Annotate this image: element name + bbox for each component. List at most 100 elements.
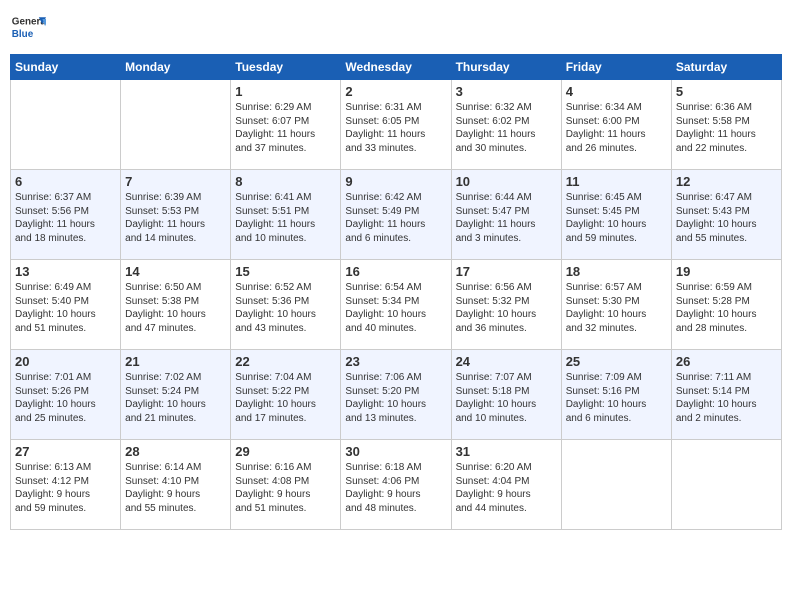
weekday-header: Monday — [121, 55, 231, 80]
day-number: 27 — [15, 444, 116, 459]
day-detail: Sunrise: 7:06 AM Sunset: 5:20 PM Dayligh… — [345, 371, 446, 425]
calendar-week-row: 6 Sunrise: 6:37 AM Sunset: 5:56 PM Daylig… — [11, 170, 782, 260]
day-detail: Sunrise: 6:34 AM Sunset: 6:00 PM Dayligh… — [566, 101, 667, 155]
calendar-cell — [561, 440, 671, 530]
day-number: 2 — [345, 84, 446, 99]
day-detail: Sunrise: 6:50 AM Sunset: 5:38 PM Dayligh… — [125, 281, 226, 335]
day-number: 17 — [456, 264, 557, 279]
day-detail: Sunrise: 6:49 AM Sunset: 5:40 PM Dayligh… — [15, 281, 116, 335]
calendar-cell: 16 Sunrise: 6:54 AM Sunset: 5:34 PM Dayli… — [341, 260, 451, 350]
calendar-cell: 23 Sunrise: 7:06 AM Sunset: 5:20 PM Dayli… — [341, 350, 451, 440]
day-number: 25 — [566, 354, 667, 369]
calendar-cell: 21 Sunrise: 7:02 AM Sunset: 5:24 PM Dayli… — [121, 350, 231, 440]
weekday-header: Thursday — [451, 55, 561, 80]
calendar-week-row: 13Sunrise: 6:49 AM Sunset: 5:40 PM Dayli… — [11, 260, 782, 350]
day-detail: Sunrise: 6:52 AM Sunset: 5:36 PM Dayligh… — [235, 281, 336, 335]
day-number: 5 — [676, 84, 777, 99]
day-detail: Sunrise: 6:44 AM Sunset: 5:47 PM Dayligh… — [456, 191, 557, 245]
day-detail: Sunrise: 6:56 AM Sunset: 5:32 PM Dayligh… — [456, 281, 557, 335]
calendar-cell — [11, 80, 121, 170]
logo-icon: General Blue — [10, 10, 46, 46]
day-number: 30 — [345, 444, 446, 459]
day-detail: Sunrise: 7:07 AM Sunset: 5:18 PM Dayligh… — [456, 371, 557, 425]
day-number: 3 — [456, 84, 557, 99]
day-detail: Sunrise: 6:13 AM Sunset: 4:12 PM Dayligh… — [15, 461, 116, 515]
day-number: 12 — [676, 174, 777, 189]
day-number: 6 — [15, 174, 116, 189]
day-detail: Sunrise: 6:29 AM Sunset: 6:07 PM Dayligh… — [235, 101, 336, 155]
day-detail: Sunrise: 7:02 AM Sunset: 5:24 PM Dayligh… — [125, 371, 226, 425]
day-detail: Sunrise: 6:45 AM Sunset: 5:45 PM Dayligh… — [566, 191, 667, 245]
logo: General Blue — [10, 10, 46, 46]
svg-text:Blue: Blue — [12, 29, 34, 40]
day-detail: Sunrise: 6:57 AM Sunset: 5:30 PM Dayligh… — [566, 281, 667, 335]
day-detail: Sunrise: 6:59 AM Sunset: 5:28 PM Dayligh… — [676, 281, 777, 335]
day-detail: Sunrise: 6:47 AM Sunset: 5:43 PM Dayligh… — [676, 191, 777, 245]
day-detail: Sunrise: 6:36 AM Sunset: 5:58 PM Dayligh… — [676, 101, 777, 155]
day-number: 18 — [566, 264, 667, 279]
day-detail: Sunrise: 6:18 AM Sunset: 4:06 PM Dayligh… — [345, 461, 446, 515]
calendar-cell: 5 Sunrise: 6:36 AM Sunset: 5:58 PM Daylig… — [671, 80, 781, 170]
day-detail: Sunrise: 6:39 AM Sunset: 5:53 PM Dayligh… — [125, 191, 226, 245]
day-number: 28 — [125, 444, 226, 459]
day-number: 8 — [235, 174, 336, 189]
day-detail: Sunrise: 6:20 AM Sunset: 4:04 PM Dayligh… — [456, 461, 557, 515]
calendar-cell: 26 Sunrise: 7:11 AM Sunset: 5:14 PM Dayli… — [671, 350, 781, 440]
calendar-cell: 18 Sunrise: 6:57 AM Sunset: 5:30 PM Dayli… — [561, 260, 671, 350]
day-number: 16 — [345, 264, 446, 279]
day-number: 29 — [235, 444, 336, 459]
calendar-cell: 29 Sunrise: 6:16 AM Sunset: 4:08 PM Dayli… — [231, 440, 341, 530]
day-detail: Sunrise: 7:11 AM Sunset: 5:14 PM Dayligh… — [676, 371, 777, 425]
day-number: 20 — [15, 354, 116, 369]
day-detail: Sunrise: 6:42 AM Sunset: 5:49 PM Dayligh… — [345, 191, 446, 245]
day-number: 1 — [235, 84, 336, 99]
day-detail: Sunrise: 7:01 AM Sunset: 5:26 PM Dayligh… — [15, 371, 116, 425]
calendar-cell: 14Sunrise: 6:50 AM Sunset: 5:38 PM Dayli… — [121, 260, 231, 350]
day-number: 7 — [125, 174, 226, 189]
day-detail: Sunrise: 7:09 AM Sunset: 5:16 PM Dayligh… — [566, 371, 667, 425]
calendar-cell: 3 Sunrise: 6:32 AM Sunset: 6:02 PM Daylig… — [451, 80, 561, 170]
day-number: 9 — [345, 174, 446, 189]
calendar-cell: 19 Sunrise: 6:59 AM Sunset: 5:28 PM Dayli… — [671, 260, 781, 350]
day-number: 21 — [125, 354, 226, 369]
day-detail: Sunrise: 6:16 AM Sunset: 4:08 PM Dayligh… — [235, 461, 336, 515]
calendar-cell: 12 Sunrise: 6:47 AM Sunset: 5:43 PM Dayli… — [671, 170, 781, 260]
calendar-cell — [671, 440, 781, 530]
day-detail: Sunrise: 6:41 AM Sunset: 5:51 PM Dayligh… — [235, 191, 336, 245]
day-number: 4 — [566, 84, 667, 99]
weekday-header-row: SundayMondayTuesdayWednesdayThursdayFrid… — [11, 55, 782, 80]
calendar-cell: 15 Sunrise: 6:52 AM Sunset: 5:36 PM Dayli… — [231, 260, 341, 350]
weekday-header: Saturday — [671, 55, 781, 80]
day-detail: Sunrise: 7:04 AM Sunset: 5:22 PM Dayligh… — [235, 371, 336, 425]
weekday-header: Friday — [561, 55, 671, 80]
calendar-cell: 30 Sunrise: 6:18 AM Sunset: 4:06 PM Dayli… — [341, 440, 451, 530]
day-detail: Sunrise: 6:37 AM Sunset: 5:56 PM Dayligh… — [15, 191, 116, 245]
day-detail: Sunrise: 6:14 AM Sunset: 4:10 PM Dayligh… — [125, 461, 226, 515]
calendar-cell: 2Sunrise: 6:31 AM Sunset: 6:05 PM Daylig… — [341, 80, 451, 170]
calendar-cell: 24 Sunrise: 7:07 AM Sunset: 5:18 PM Dayli… — [451, 350, 561, 440]
calendar-cell: 17 Sunrise: 6:56 AM Sunset: 5:32 PM Dayli… — [451, 260, 561, 350]
day-number: 26 — [676, 354, 777, 369]
day-number: 15 — [235, 264, 336, 279]
calendar-cell: 9 Sunrise: 6:42 AM Sunset: 5:49 PM Daylig… — [341, 170, 451, 260]
day-number: 10 — [456, 174, 557, 189]
calendar-cell: 22Sunrise: 7:04 AM Sunset: 5:22 PM Dayli… — [231, 350, 341, 440]
page-header: General Blue — [10, 10, 782, 46]
calendar-cell: 6 Sunrise: 6:37 AM Sunset: 5:56 PM Daylig… — [11, 170, 121, 260]
calendar-cell: 25 Sunrise: 7:09 AM Sunset: 5:16 PM Dayli… — [561, 350, 671, 440]
day-number: 19 — [676, 264, 777, 279]
calendar-cell: 20 Sunrise: 7:01 AM Sunset: 5:26 PM Dayli… — [11, 350, 121, 440]
weekday-header: Tuesday — [231, 55, 341, 80]
calendar-cell: 28 Sunrise: 6:14 AM Sunset: 4:10 PM Dayli… — [121, 440, 231, 530]
day-number: 31 — [456, 444, 557, 459]
day-number: 23 — [345, 354, 446, 369]
calendar-cell: 27 Sunrise: 6:13 AM Sunset: 4:12 PM Dayli… — [11, 440, 121, 530]
day-detail: Sunrise: 6:54 AM Sunset: 5:34 PM Dayligh… — [345, 281, 446, 335]
day-number: 24 — [456, 354, 557, 369]
calendar-cell — [121, 80, 231, 170]
calendar-cell: 4 Sunrise: 6:34 AM Sunset: 6:00 PM Daylig… — [561, 80, 671, 170]
calendar-week-row: 20 Sunrise: 7:01 AM Sunset: 5:26 PM Dayli… — [11, 350, 782, 440]
day-detail: Sunrise: 6:32 AM Sunset: 6:02 PM Dayligh… — [456, 101, 557, 155]
calendar-cell: 13Sunrise: 6:49 AM Sunset: 5:40 PM Dayli… — [11, 260, 121, 350]
calendar-cell: 1 Sunrise: 6:29 AM Sunset: 6:07 PM Daylig… — [231, 80, 341, 170]
